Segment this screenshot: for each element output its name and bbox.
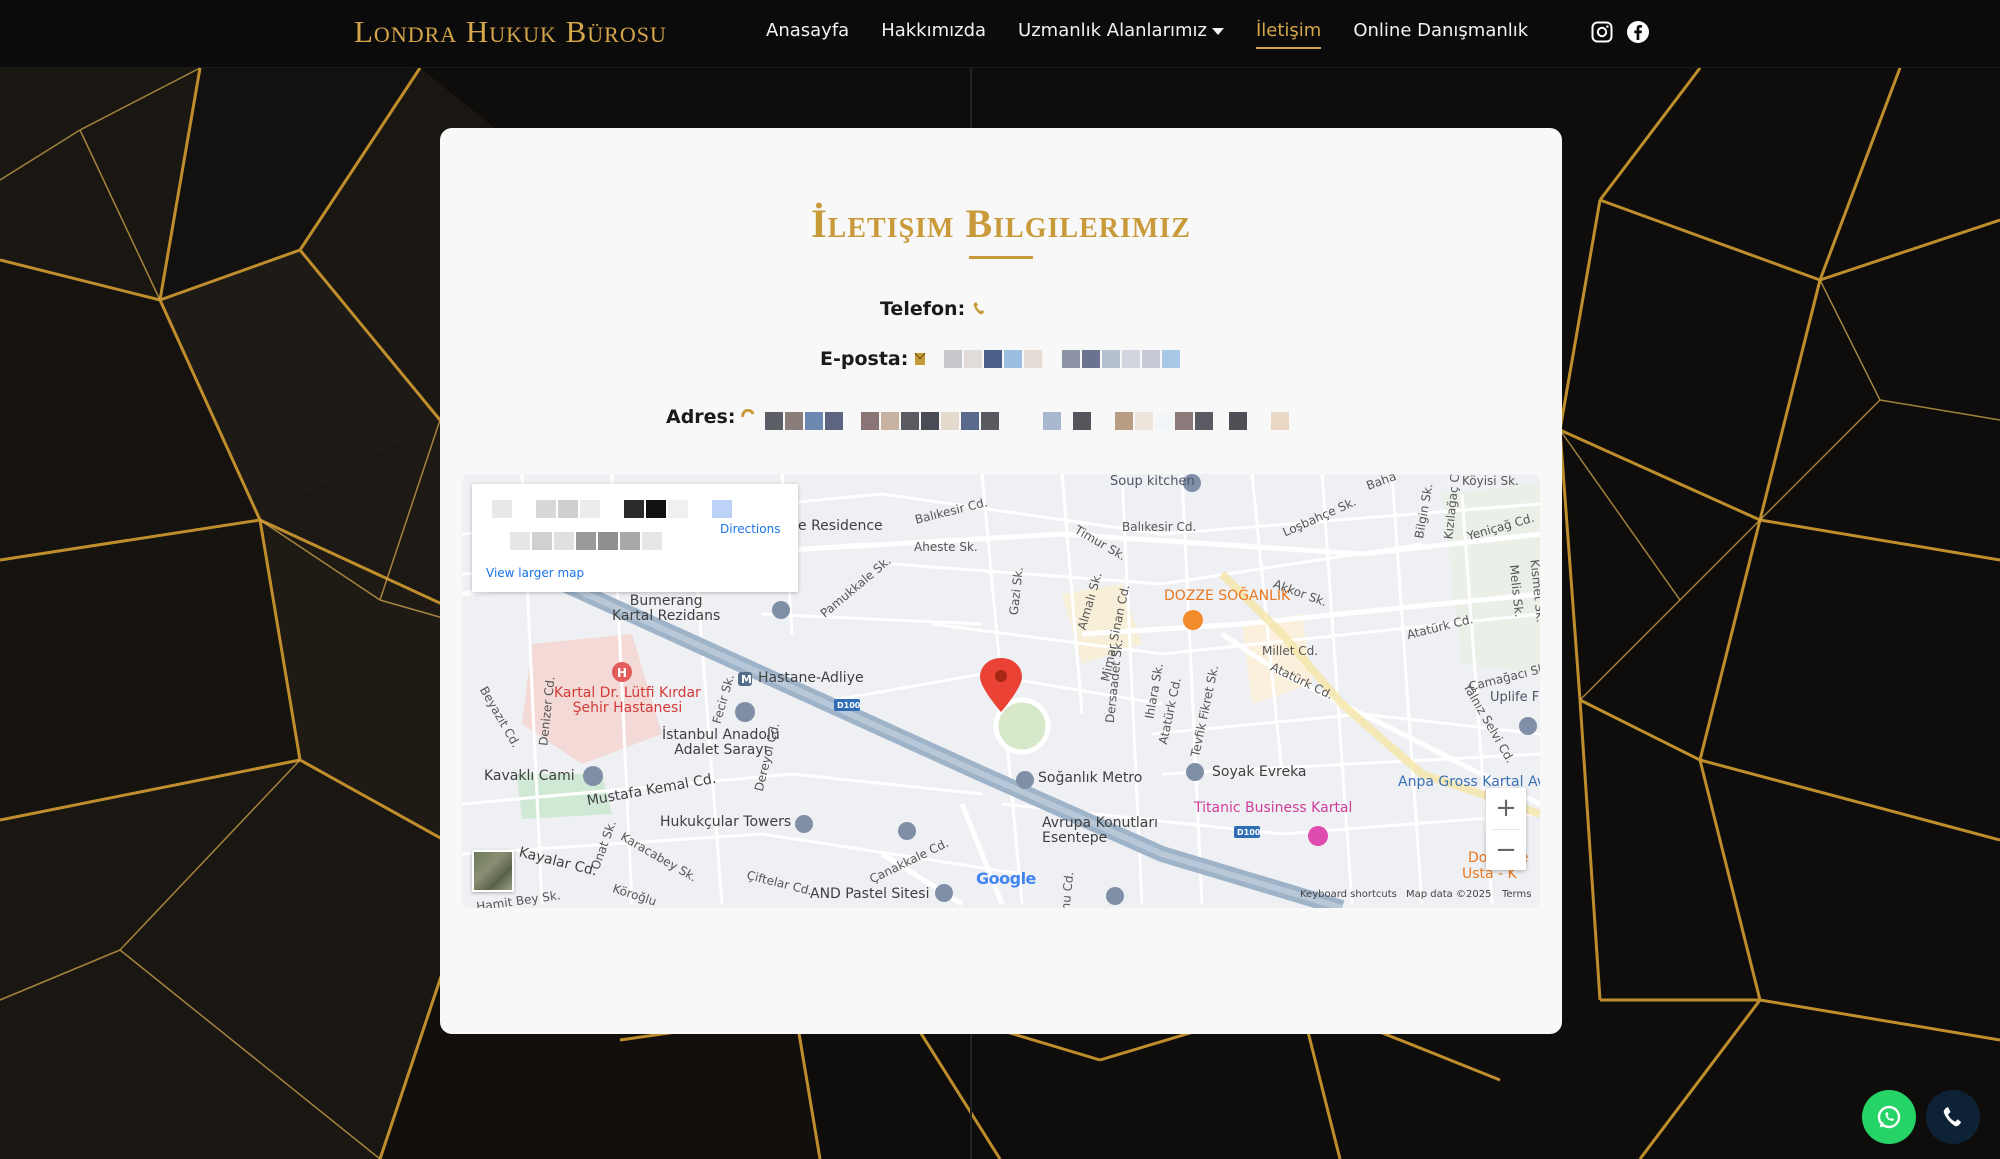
whatsapp-icon [1877, 1105, 1901, 1129]
caret-down-icon [1211, 27, 1224, 35]
map-label-bumerang: Bumerang Kartal Rezidans [612, 593, 721, 624]
place-address-redacted [510, 532, 664, 550]
map-label-millet: Millet Cd. [1262, 644, 1319, 658]
map-label-hukukcular: Hukukçular Towers [660, 814, 792, 830]
email-row: E-posta: [820, 348, 1182, 370]
zoom-out-button[interactable]: − [1486, 830, 1526, 871]
map-label-residence: e Residence [798, 518, 883, 534]
nav-about-label: Hakkımızda [881, 20, 987, 41]
title-underline [969, 256, 1033, 259]
google-logo: Google [976, 869, 1036, 888]
whatsapp-button[interactable] [1862, 1090, 1916, 1144]
contact-card: İletişim Bilgilerimiz Telefon: E-posta: … [440, 128, 1562, 1034]
email-value-redacted[interactable] [944, 350, 1182, 368]
nav-about[interactable]: Hakkımızda [881, 20, 986, 47]
phone-icon [973, 302, 985, 315]
map-label-dozze: DOZZE SOĞANLIK [1164, 588, 1291, 604]
map-label-kartal-hospital: Kartal Dr. Lütfi Kırdar Şehir Hastanesi [554, 685, 701, 716]
map-label-avrupa: Avrupa Konutları Esentepe [1042, 815, 1158, 846]
social-links [1590, 20, 1662, 44]
nav-online-consulting[interactable]: Online Danışmanlık [1353, 20, 1528, 47]
brand-logo[interactable]: Londra Hukuk Bürosu [354, 14, 667, 50]
directions-link[interactable]: Directions [720, 522, 780, 536]
google-logo-text: Google [976, 869, 1036, 888]
envelope-icon [914, 352, 926, 365]
call-button[interactable] [1926, 1090, 1980, 1144]
map-label-d100a: D100 [837, 701, 861, 710]
satellite-toggle[interactable] [472, 850, 514, 892]
google-map[interactable]: H M Soup kitchen e Residence Balıkesir C… [462, 474, 1540, 908]
map-label-uplife: Uplife F [1490, 690, 1540, 705]
instagram-icon[interactable] [1590, 20, 1614, 44]
map-label-kavakli: Kavaklı Cami [484, 768, 575, 784]
facebook-icon[interactable] [1626, 20, 1650, 44]
map-label-titanic: Titanic Business Kartal [1194, 800, 1353, 816]
map-label-aheste: Aheste Sk. [914, 540, 978, 554]
svg-text:M: M [741, 673, 752, 686]
phone-row: Telefon: [880, 298, 987, 320]
place-name-redacted[interactable] [492, 500, 734, 518]
main-nav: Anasayfa Hakkımızda Uzmanlık Alanlarımız… [766, 20, 1560, 49]
keyboard-shortcuts-link[interactable]: Keyboard shortcuts [1300, 889, 1397, 900]
map-label-soganlik: Soğanlık Metro [1038, 770, 1143, 786]
map-label-do: Do [1468, 850, 1488, 866]
address-row: Adres: [666, 404, 1291, 430]
map-place-card: Directions View larger map [472, 484, 798, 592]
phone-label: Telefon: [880, 298, 966, 320]
nav-expertise[interactable]: Uzmanlık Alanlarımız [1018, 20, 1224, 47]
map-attribution: Keyboard shortcuts Map data ©2025 Terms [462, 889, 1540, 908]
top-navigation: Londra Hukuk Bürosu Anasayfa Hakkımızda … [0, 0, 2000, 68]
address-label: Adres: [666, 406, 736, 428]
svg-text:H: H [617, 666, 627, 680]
map-label-d100b: D100 [1237, 828, 1261, 837]
terms-link[interactable]: Terms [1502, 889, 1531, 900]
map-label-hastane-adliye: Hastane-Adliye [758, 670, 864, 686]
nav-home[interactable]: Anasayfa [766, 20, 849, 47]
address-value-redacted[interactable] [765, 412, 1291, 430]
zoom-in-button[interactable]: + [1486, 788, 1526, 829]
nav-expertise-label: Uzmanlık Alanlarımız [1018, 20, 1207, 41]
map-data-text: Map data ©2025 [1406, 889, 1492, 900]
nav-online-consulting-label: Online Danışmanlık [1353, 20, 1529, 41]
nav-contact[interactable]: İletişim [1255, 20, 1322, 49]
map-label-balikesir2: Balıkesir Cd. [1122, 520, 1197, 534]
pin-icon [741, 409, 755, 418]
map-label-soup: Soup kitchen [1110, 474, 1195, 489]
map-label-koyisi: Köyisi Sk. [1462, 474, 1519, 488]
contact-title: İletişim Bilgilerimiz [811, 201, 1191, 246]
nav-home-label: Anasayfa [766, 20, 850, 41]
view-larger-map-link[interactable]: View larger map [486, 566, 584, 580]
zoom-controls: + − [1486, 788, 1526, 870]
phone-call-icon [1943, 1107, 1961, 1127]
map-label-soyak: Soyak Evreka [1212, 764, 1307, 780]
email-label: E-posta: [820, 348, 909, 370]
nav-contact-label: İletişim [1255, 20, 1322, 41]
